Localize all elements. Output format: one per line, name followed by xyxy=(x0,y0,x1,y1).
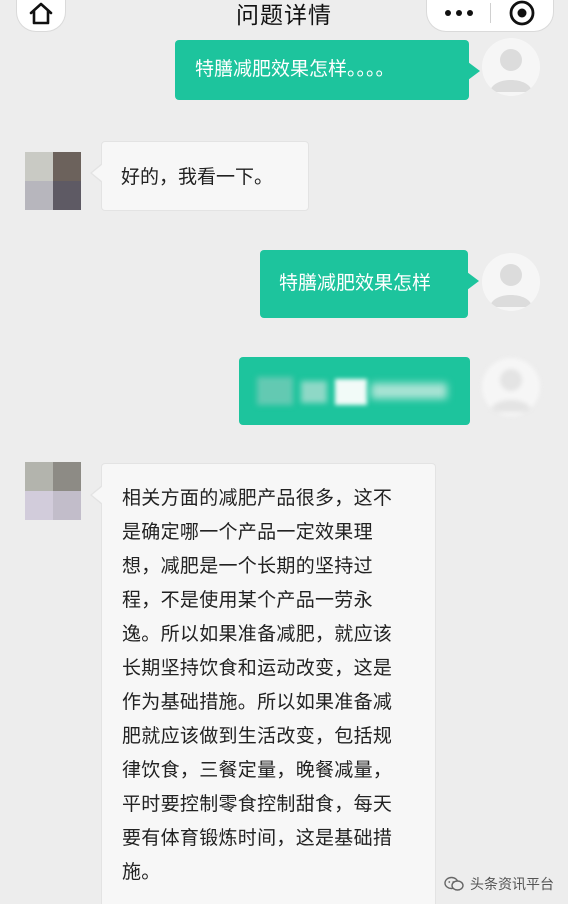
wechat-icon xyxy=(444,876,464,891)
message-text: 好的，我看一下。 xyxy=(121,166,274,188)
user-avatar xyxy=(482,358,540,416)
message-text: 特膳减肥效果怎样 xyxy=(279,272,432,294)
watermark-text: 头条资讯平台 xyxy=(470,877,554,893)
more-button[interactable] xyxy=(427,9,490,16)
close-button[interactable] xyxy=(491,0,553,27)
watermark: 头条资讯平台 xyxy=(444,874,554,894)
user-avatar xyxy=(482,38,540,96)
more-icon xyxy=(444,9,451,16)
message-bubble-agent: 相关方面的减肥产品很多，这不是确定哪一个产品一定效果理想，减肥是一个长期的坚持过… xyxy=(90,463,436,904)
blurred-content xyxy=(239,357,470,425)
message-bubble-user: 特膳减肥效果怎样 xyxy=(260,250,479,318)
user-avatar xyxy=(482,253,540,311)
agent-avatar xyxy=(25,462,81,520)
message-bubble-user: 特膳减肥效果怎样。。。。 xyxy=(175,40,480,100)
message-bubble-agent: 好的，我看一下。 xyxy=(90,141,309,211)
nav-bar: 问题详情 xyxy=(0,0,568,36)
message-bubble-user-blurred xyxy=(239,357,470,425)
mini-program-capsule xyxy=(426,0,554,32)
agent-avatar xyxy=(25,152,81,210)
message-text: 特膳减肥效果怎样。。。。 xyxy=(195,58,395,80)
message-text: 相关方面的减肥产品很多，这不是确定哪一个产品一定效果理想，减肥是一个长期的坚持过… xyxy=(122,487,393,883)
target-close-icon xyxy=(509,0,535,25)
